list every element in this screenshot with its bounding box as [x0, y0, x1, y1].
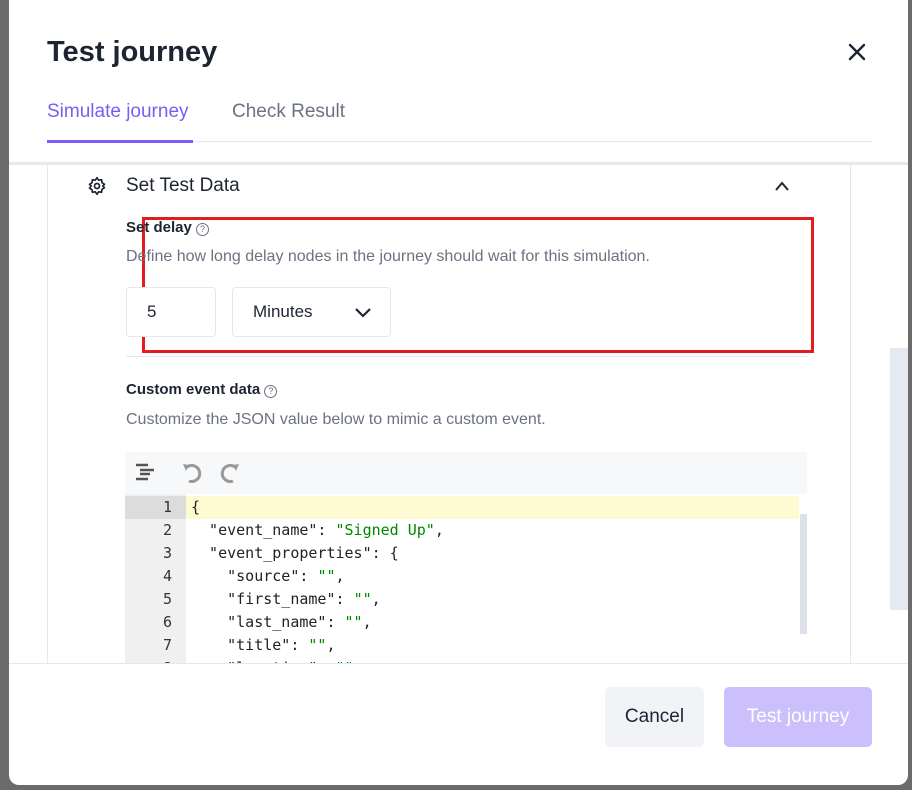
- json-value: "": [317, 567, 336, 585]
- set-delay-label: Set delay ?: [126, 219, 210, 236]
- line-number: 1: [162, 498, 172, 516]
- delay-value-input[interactable]: 5: [126, 287, 216, 337]
- code-line: {: [191, 498, 201, 516]
- redo-icon[interactable]: [219, 461, 241, 483]
- modal-scrollbar-thumb[interactable]: [890, 348, 908, 610]
- json-editor: 1 {2 "event_name": "Signed Up", 3 "event_p…: [125, 452, 807, 663]
- set-delay-description: Define how long delay nodes in the journ…: [126, 248, 650, 265]
- custom-event-description: Customize the JSON value below to mimic …: [126, 411, 546, 428]
- json-key: "first_name":: [191, 590, 354, 608]
- chevron-down-icon: [355, 307, 371, 318]
- tab-simulate-journey[interactable]: Simulate journey: [47, 101, 189, 123]
- chevron-up-icon[interactable]: [774, 179, 790, 193]
- json-punct: ,: [434, 521, 444, 539]
- code-line: "last_name": "",: [191, 611, 372, 634]
- tab-check-result[interactable]: Check Result: [232, 101, 345, 123]
- active-line-highlight: [186, 496, 799, 519]
- line-number: 2: [162, 521, 172, 539]
- json-punct: ,: [335, 567, 345, 585]
- help-icon[interactable]: ?: [264, 385, 278, 398]
- close-icon[interactable]: [845, 40, 869, 64]
- json-key: "source":: [191, 567, 318, 585]
- json-key: "event_name":: [191, 521, 336, 539]
- gear-icon: [88, 176, 106, 196]
- json-value: "": [308, 636, 327, 654]
- json-punct: ,: [362, 613, 372, 631]
- line-number: 6: [162, 613, 172, 631]
- divider: [126, 356, 807, 357]
- cancel-button[interactable]: Cancel: [605, 687, 704, 747]
- footer-divider: [9, 663, 908, 664]
- undo-icon[interactable]: [181, 461, 203, 483]
- custom-event-label: Custom event data ?: [126, 381, 278, 398]
- editor-scrollbar[interactable]: [800, 514, 807, 634]
- set-delay-text: Set delay: [126, 219, 192, 236]
- modal-title: Test journey: [47, 36, 218, 68]
- json-key: "title":: [191, 636, 309, 654]
- json-key: "last_name":: [191, 613, 345, 631]
- code-line: "first_name": "",: [191, 588, 381, 611]
- line-number: 3: [162, 544, 172, 562]
- help-icon[interactable]: ?: [196, 223, 210, 236]
- line-number: 4: [162, 567, 172, 585]
- code-line: "title": "",: [191, 634, 336, 657]
- format-icon[interactable]: [135, 463, 155, 481]
- code-line: "event_name": "Signed Up",: [191, 519, 444, 542]
- code-line: "event_properties": {: [191, 544, 399, 562]
- test-journey-modal: Test journey Simulate journey Check Resu…: [9, 0, 908, 785]
- line-number: 5: [162, 590, 172, 608]
- custom-event-text: Custom event data: [126, 381, 261, 398]
- code-line: "source": "",: [191, 565, 345, 588]
- line-number: 7: [162, 636, 172, 654]
- section-title[interactable]: Set Test Data: [126, 175, 240, 197]
- json-value: "Signed Up": [335, 521, 435, 539]
- test-journey-button[interactable]: Test journey: [724, 687, 872, 747]
- code-area[interactable]: 1 {2 "event_name": "Signed Up", 3 "event_p…: [125, 494, 807, 663]
- json-value: "": [353, 590, 372, 608]
- delay-unit-select[interactable]: Minutes: [232, 287, 391, 337]
- json-value: "": [344, 613, 363, 631]
- json-punct: ,: [326, 636, 336, 654]
- content-scroll-area: Set Test Data Set delay ? Define how lon…: [9, 165, 908, 663]
- json-punct: ,: [371, 590, 381, 608]
- delay-unit-value: Minutes: [253, 302, 313, 321]
- active-tab-indicator: [47, 140, 193, 143]
